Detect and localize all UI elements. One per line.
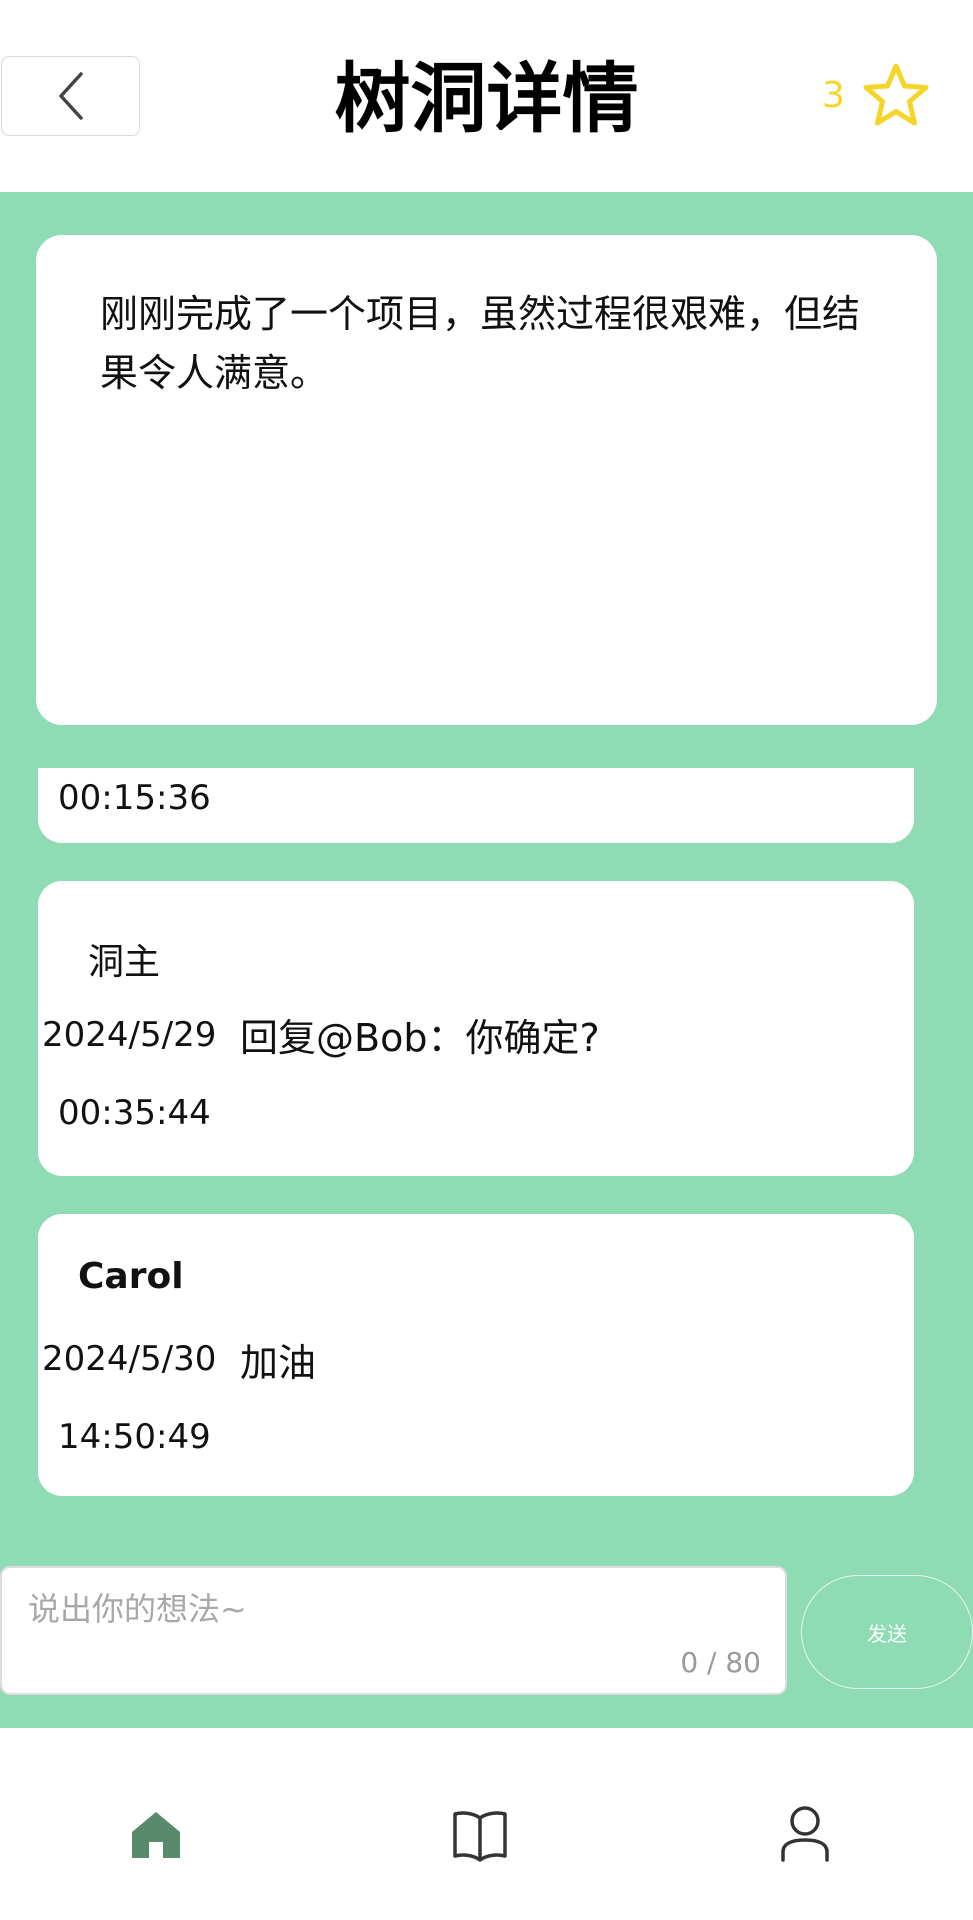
- char-counter: 0 / 80: [680, 1646, 761, 1679]
- star-outline-icon: [863, 63, 929, 126]
- home-icon: [132, 1812, 180, 1858]
- comment-item: 洞主 2024/5/29 回复@Bob：你确定? 00:35:44: [38, 881, 914, 1176]
- comment-date: 2024/5/30: [42, 1339, 217, 1379]
- comment-input[interactable]: [2, 1568, 785, 1693]
- comment-author: Carol: [78, 1256, 184, 1297]
- comment-time: 00:35:44: [58, 1093, 211, 1133]
- comment-item: 00:15:36: [38, 768, 914, 843]
- star-count: 3: [822, 75, 845, 116]
- post-text: 刚刚完成了一个项目，虽然过程很艰难，但结果令人满意。: [100, 292, 861, 395]
- comment-input-box: 0 / 80: [0, 1566, 787, 1695]
- comment-text: 加油: [240, 1341, 317, 1385]
- star-button[interactable]: [860, 60, 932, 132]
- bottom-nav: [0, 1728, 973, 1920]
- nav-profile[interactable]: [765, 1794, 845, 1874]
- comment-date: 2024/5/29: [42, 1015, 217, 1055]
- comment-text: 回复@Bob：你确定?: [240, 1016, 600, 1060]
- post-card: 刚刚完成了一个项目，虽然过程很艰难，但结果令人满意。: [36, 235, 937, 725]
- book-icon: [453, 1811, 507, 1862]
- comment-item: Carol 2024/5/30 加油 14:50:49: [38, 1214, 914, 1496]
- header: 树洞详情 3: [0, 0, 973, 192]
- send-button[interactable]: 发送: [801, 1575, 973, 1689]
- nav-book[interactable]: [440, 1794, 520, 1874]
- main-content: 刚刚完成了一个项目，虽然过程很艰难，但结果令人满意。 00:15:36 洞主 2…: [0, 192, 973, 1728]
- comment-time: 14:50:49: [58, 1417, 211, 1457]
- user-icon: [781, 1806, 829, 1862]
- comment-author: 洞主: [88, 942, 161, 983]
- comment-time: 00:15:36: [58, 778, 211, 818]
- nav-home[interactable]: [116, 1794, 196, 1874]
